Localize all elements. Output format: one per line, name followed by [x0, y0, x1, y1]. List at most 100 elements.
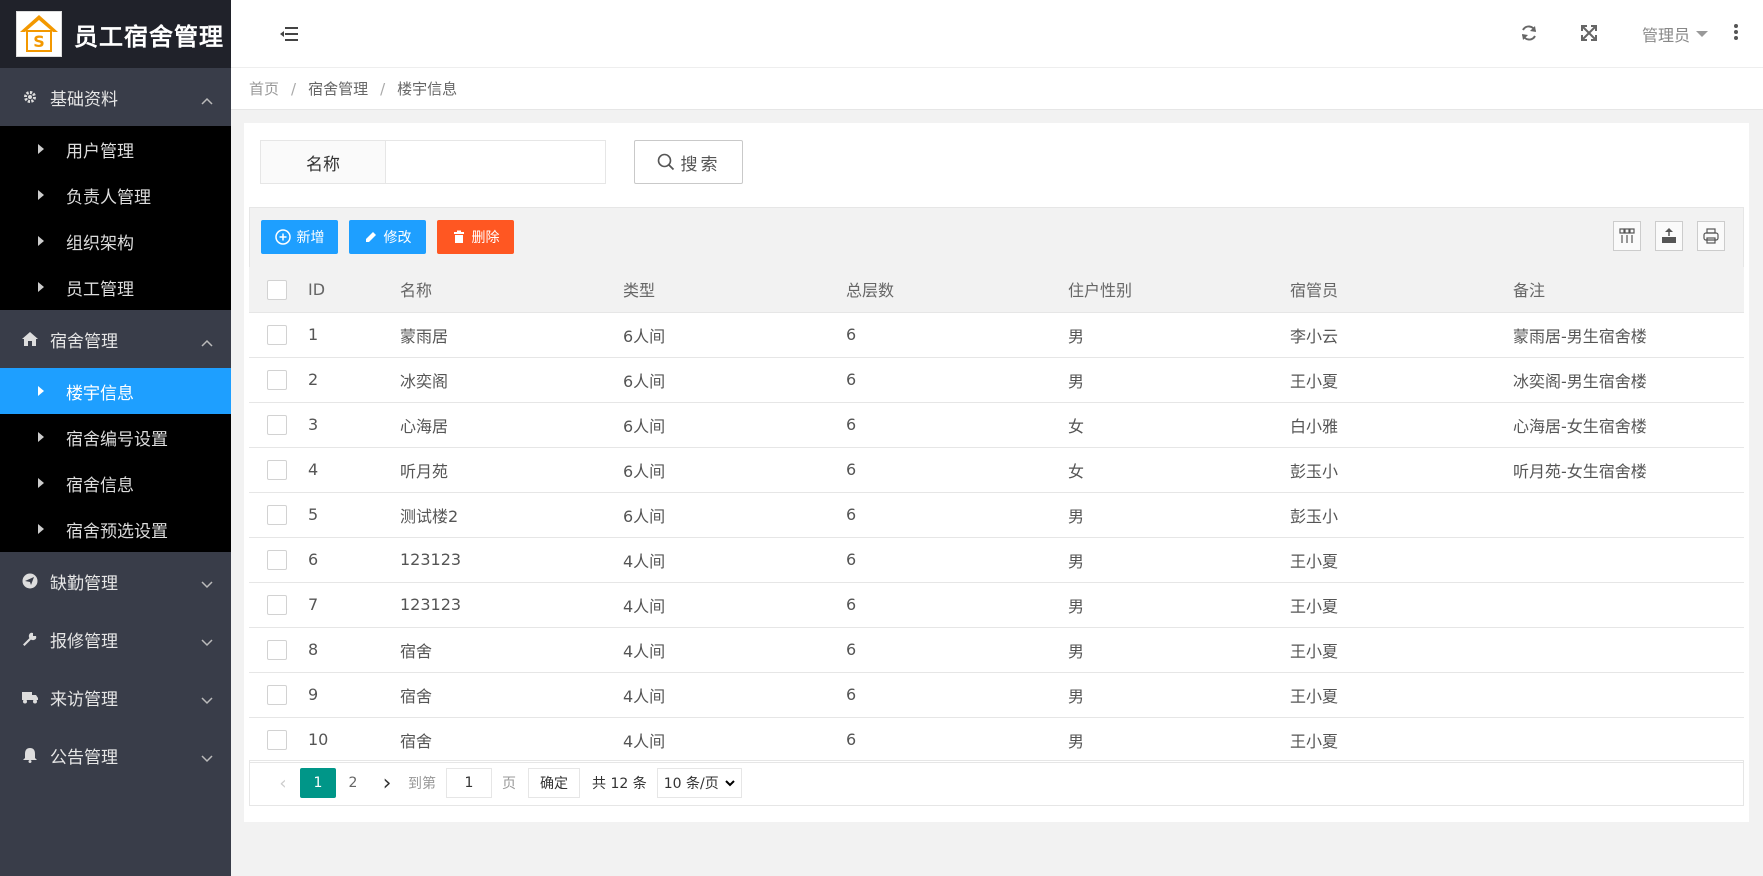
table-cell: 4 [308, 447, 400, 493]
column-header[interactable]: 宿管员 [1290, 267, 1513, 313]
next-page-icon[interactable]: › [370, 768, 404, 798]
sidebar-item-label: 员工管理 [66, 279, 134, 300]
goto-label: 到第 [408, 776, 436, 792]
row-checkbox[interactable] [267, 549, 287, 570]
sidebar: S 员工宿舍管理 基础资料 用户管理 负责人管理 组织架构员工管理宿舍管理 楼宇信息宿舍… [0, 0, 231, 876]
truck-icon [22, 689, 38, 705]
page-size-select[interactable]: 10 条/页 [656, 768, 742, 798]
add-button[interactable]: 新增 [261, 220, 338, 254]
table-row[interactable]: 9 宿舍 4人间 6 男王小夏 [249, 672, 1744, 718]
sidebar-item[interactable]: 组织架构 [0, 218, 231, 264]
column-header[interactable]: ID [308, 267, 400, 313]
table-cell: 5 [308, 492, 400, 538]
table-cell: 王小夏 [1290, 582, 1513, 628]
sidebar-group[interactable]: 基础资料 [0, 68, 231, 126]
sidebar-group[interactable]: 公告管理 [0, 726, 231, 784]
sidebar-item[interactable]: 员工管理 [0, 264, 231, 310]
row-checkbox[interactable] [267, 459, 287, 480]
building-table: ID 名称 类型 总层数 住户性别 宿管员 备注 1 蒙雨居 6人间 6 男李小云 蒙雨居… [249, 267, 1744, 763]
delete-button[interactable]: 删除 [437, 220, 514, 254]
table-row[interactable]: 6 123123 4人间 6 男王小夏 [249, 537, 1744, 583]
wrench-icon [22, 631, 38, 647]
menu-toggle-icon[interactable] [279, 26, 299, 46]
svg-text:S: S [33, 32, 45, 51]
select-all-checkbox[interactable] [267, 279, 287, 300]
columns-filter-icon[interactable] [1613, 221, 1641, 251]
sidebar-submenu: 楼宇信息宿舍编号设置 宿舍信息宿舍预选设置 [0, 368, 231, 552]
table-cell: 6 [846, 627, 1068, 673]
sidebar-group[interactable]: 来访管理 [0, 668, 231, 726]
row-checkbox[interactable] [267, 594, 287, 615]
table-cell: 白小雅 [1290, 402, 1513, 448]
goto-page-input[interactable]: 1 [446, 768, 492, 798]
print-icon[interactable] [1697, 221, 1725, 251]
breadcrumb-home[interactable]: 首页 [249, 78, 279, 99]
breadcrumb-dorm[interactable]: 宿舍管理 [308, 78, 368, 99]
plus-circle-icon [274, 229, 291, 245]
refresh-icon[interactable] [1520, 24, 1538, 46]
edit-button[interactable]: 修改 [349, 220, 426, 254]
breadcrumb: 首页 / 宿舍管理 / 楼宇信息 [231, 68, 1763, 110]
top-header: 管理员 [231, 0, 1763, 68]
add-button-label: 新增 [296, 230, 325, 246]
table-cell: 王小夏 [1290, 717, 1513, 763]
row-checkbox[interactable] [267, 684, 287, 705]
app-logo: S 员工宿舍管理 [0, 0, 231, 68]
sidebar-item[interactable]: 宿舍预选设置 [0, 506, 231, 552]
row-checkbox[interactable] [267, 414, 287, 435]
row-checkbox[interactable] [267, 729, 287, 750]
sidebar-item[interactable]: 用户管理 [0, 126, 231, 172]
row-checkbox[interactable] [267, 369, 287, 390]
user-name: 管理员 [1642, 26, 1691, 45]
table-row[interactable]: 10 宿舍 4人间 6 男王小夏 [249, 717, 1744, 763]
table-row[interactable]: 2 冰奕阁 6人间 6 男王小夏 冰奕阁-男生宿舍楼 [249, 357, 1744, 403]
column-header[interactable]: 住户性别 [1068, 267, 1290, 313]
sidebar-item-label: 宿舍编号设置 [66, 429, 168, 450]
sidebar-group[interactable]: 报修管理 [0, 610, 231, 668]
home-icon [22, 331, 38, 347]
table-cell: 李小云 [1290, 312, 1513, 358]
sidebar-group[interactable]: 宿舍管理 [0, 310, 231, 368]
trash-icon [452, 230, 466, 244]
sidebar-group-label: 缺勤管理 [50, 573, 118, 594]
table-cell: 彭玉小 [1290, 492, 1513, 538]
name-search-input[interactable] [386, 140, 606, 184]
table-row[interactable]: 5 测试楼2 6人间 6 男彭玉小 [249, 492, 1744, 538]
prev-page-icon[interactable]: ‹ [266, 768, 300, 798]
sidebar-group[interactable]: 缺勤管理 [0, 552, 231, 610]
sidebar-item[interactable]: 宿舍编号设置 [0, 414, 231, 460]
table-row[interactable]: 1 蒙雨居 6人间 6 男李小云 蒙雨居-男生宿舍楼 [249, 312, 1744, 358]
row-checkbox[interactable] [267, 639, 287, 660]
fullscreen-icon[interactable] [1580, 24, 1598, 46]
table-row[interactable]: 4 听月苑 6人间 6 女彭玉小 听月苑-女生宿舍楼 [249, 447, 1744, 493]
column-header[interactable]: 类型 [623, 267, 846, 313]
caret-right-icon [38, 282, 44, 292]
user-dropdown[interactable]: 管理员 [1642, 22, 1709, 46]
table-row[interactable]: 7 123123 4人间 6 男王小夏 [249, 582, 1744, 628]
table-cell: 6人间 [623, 357, 846, 403]
sidebar-item[interactable]: 宿舍信息 [0, 460, 231, 506]
sidebar-item[interactable]: 楼宇信息 [0, 368, 231, 414]
more-vertical-icon[interactable] [1733, 24, 1739, 44]
table-row[interactable]: 8 宿舍 4人间 6 男王小夏 [249, 627, 1744, 673]
table-cell: 6人间 [623, 312, 846, 358]
row-checkbox[interactable] [267, 324, 287, 345]
bell-icon [22, 747, 38, 763]
column-header[interactable]: 备注 [1513, 267, 1744, 313]
sidebar-item-label: 宿舍信息 [66, 475, 134, 496]
table-row[interactable]: 3 心海居 6人间 6 女白小雅 心海居-女生宿舍楼 [249, 402, 1744, 448]
page-current[interactable]: 1 [300, 768, 336, 798]
table-cell: 男 [1068, 492, 1290, 538]
table-cell: 心海居-女生宿舍楼 [1513, 402, 1744, 448]
column-header[interactable]: 总层数 [846, 267, 1068, 313]
column-header[interactable]: 名称 [400, 267, 623, 313]
export-icon[interactable] [1655, 221, 1683, 251]
search-button[interactable]: 搜索 [634, 140, 743, 184]
pagination: ‹ 1 2 › 到第 1 页 确定 共 12 条 10 条/页 [249, 760, 1744, 806]
table-cell: 听月苑 [400, 447, 623, 493]
breadcrumb-current: 楼宇信息 [397, 80, 458, 98]
page-number[interactable]: 2 [336, 768, 370, 798]
goto-confirm-button[interactable]: 确定 [528, 768, 580, 798]
sidebar-item[interactable]: 负责人管理 [0, 172, 231, 218]
row-checkbox[interactable] [267, 504, 287, 525]
